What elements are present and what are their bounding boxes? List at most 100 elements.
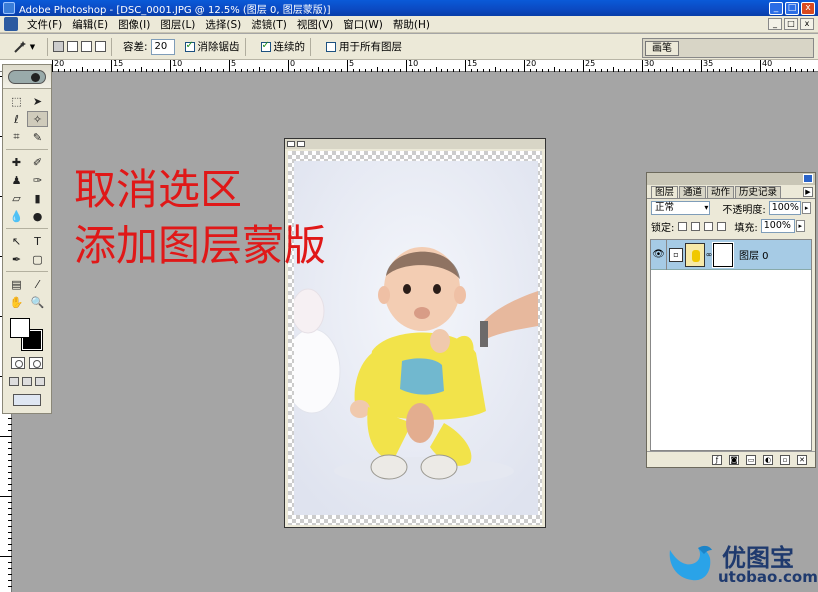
eye-visibility-icon[interactable]: 👁 [651, 239, 667, 270]
ruler-label: 15 [467, 59, 478, 68]
brushes-tab[interactable]: 画笔 [645, 41, 679, 56]
blur-tool-icon[interactable]: 💧 [6, 208, 27, 224]
menu-image[interactable]: 图像(I) [113, 17, 155, 32]
quick-mask-mode-icon[interactable] [29, 357, 43, 369]
subtract-selection-icon[interactable] [81, 41, 92, 52]
panel-menu-icon[interactable]: ▶ [803, 187, 813, 197]
tolerance-input[interactable]: 20 [150, 38, 175, 55]
dodge-tool-icon[interactable]: ● [27, 208, 48, 224]
new-layer-icon[interactable]: ▫ [780, 454, 790, 465]
menu-filter[interactable]: 滤镜(T) [246, 17, 292, 32]
minimize-button[interactable]: _ [769, 1, 783, 15]
lock-all-icon[interactable] [717, 221, 727, 231]
history-brush-icon[interactable]: ✑ [27, 172, 48, 188]
add-selection-icon[interactable] [67, 41, 78, 52]
slice-tool-icon[interactable]: ✎ [27, 129, 48, 145]
antialias-checkbox[interactable]: 消除锯齿 [184, 39, 240, 54]
mask-link-icon[interactable]: ∞ [705, 250, 713, 259]
foreground-color-swatch[interactable] [10, 318, 30, 338]
ruler-tick [0, 556, 12, 557]
lock-transparency-icon[interactable] [678, 221, 688, 231]
add-mask-icon[interactable]: ◙ [729, 454, 739, 465]
path-selection-icon[interactable]: ↖ [6, 233, 27, 249]
pen-tool-icon[interactable]: ✒ [6, 251, 27, 267]
new-set-icon[interactable]: ▭ [746, 454, 756, 465]
menu-select[interactable]: 选择(S) [200, 17, 246, 32]
menu-view[interactable]: 视图(V) [292, 17, 338, 32]
full-screen-icon[interactable] [35, 377, 45, 386]
adjustment-layer-icon[interactable]: ◐ [763, 454, 773, 465]
intersect-selection-icon[interactable] [95, 41, 106, 52]
type-tool-icon[interactable]: T [27, 233, 48, 249]
fill-input[interactable]: 100% [760, 219, 795, 233]
hand-tool-icon[interactable]: ✋ [6, 294, 27, 310]
opacity-input[interactable]: 100% [768, 201, 802, 215]
panel-title-bar[interactable] [647, 173, 815, 185]
fill-slider-icon[interactable]: ▸ [795, 220, 805, 232]
new-selection-icon[interactable] [53, 41, 64, 52]
full-screen-menu-icon[interactable] [22, 377, 32, 386]
lock-pixels-icon[interactable] [691, 221, 701, 231]
menu-file[interactable]: 文件(F) [22, 17, 67, 32]
eraser-tool-icon[interactable]: ▱ [6, 190, 27, 206]
panel-close-icon[interactable] [803, 174, 813, 183]
ruler-tick [8, 430, 12, 431]
toolbox-header[interactable] [3, 65, 51, 89]
move-tool-icon[interactable]: ➤ [27, 93, 48, 109]
standard-mode-icon[interactable] [11, 357, 25, 369]
marquee-tool-icon[interactable]: ⬚ [6, 93, 27, 109]
gradient-tool-icon[interactable]: ▮ [27, 190, 48, 206]
menu-window[interactable]: 窗口(W) [338, 17, 388, 32]
clone-stamp-icon[interactable]: ♟ [6, 172, 27, 188]
ruler-minor-tick [736, 69, 738, 72]
healing-brush-icon[interactable]: ✚ [6, 154, 27, 170]
doc-minimize-icon[interactable] [287, 141, 295, 147]
layer-name[interactable]: 图层 0 [739, 247, 769, 262]
standard-screen-icon[interactable] [9, 377, 19, 386]
horizontal-ruler[interactable]: 20 15 10 5 0 5 10 15 20 25 30 35 40 [0, 60, 818, 72]
opacity-slider-icon[interactable]: ▸ [802, 202, 811, 214]
zoom-tool-icon[interactable]: 🔍 [27, 294, 48, 310]
document-title-bar[interactable] [285, 139, 545, 149]
doc-restore-button[interactable]: □ [784, 18, 798, 30]
tab-history[interactable]: 历史记录 [735, 186, 782, 198]
photoshop-eye-logo[interactable] [8, 69, 46, 84]
shape-tool-icon[interactable]: ▢ [27, 251, 48, 267]
tab-channels[interactable]: 通道 [679, 186, 707, 198]
notes-tool-icon[interactable]: ▤ [6, 276, 27, 292]
ruler-minor-tick [246, 69, 248, 72]
ruler-minor-tick [724, 69, 726, 72]
tool-preset-picker[interactable]: ▼ [6, 37, 42, 57]
menu-layer[interactable]: 图层(L) [155, 17, 200, 32]
tab-layers[interactable]: 图层 [651, 186, 679, 198]
canvas-transparent[interactable] [288, 151, 542, 525]
blend-mode-select[interactable]: 正常 [651, 201, 711, 215]
maximize-button[interactable]: □ [785, 1, 799, 15]
menu-help[interactable]: 帮助(H) [388, 17, 435, 32]
layer-thumbnail[interactable] [685, 242, 705, 267]
doc-maximize-icon[interactable] [297, 141, 305, 147]
jump-to-imageready-icon[interactable] [13, 394, 41, 406]
ruler-tick [8, 586, 12, 587]
layer-row[interactable]: 👁 ▫ ∞ 图层 0 [651, 239, 811, 270]
delete-layer-icon[interactable]: ✕ [797, 454, 807, 465]
doc-minimize-button[interactable]: _ [768, 18, 782, 30]
close-button[interactable]: x [801, 1, 815, 15]
layer-style-icon[interactable]: ƒ [712, 454, 722, 465]
ruler-minor-tick [606, 69, 608, 72]
crop-tool-icon[interactable]: ⌗ [6, 129, 27, 145]
all-layers-checkbox[interactable]: 用于所有图层 [326, 39, 402, 54]
magic-wand-tool-icon[interactable]: ✧ [27, 111, 48, 127]
document-icon[interactable] [4, 17, 18, 31]
lasso-tool-icon[interactable]: ℓ [6, 111, 27, 127]
ruler-tick [8, 466, 12, 467]
brush-tool-icon[interactable]: ✐ [27, 154, 48, 170]
eyedropper-tool-icon[interactable]: ⁄ [27, 276, 48, 292]
tab-actions[interactable]: 动作 [707, 186, 735, 198]
contiguous-checkbox[interactable]: 连续的 [260, 39, 305, 54]
lock-position-icon[interactable] [704, 221, 714, 231]
doc-close-button[interactable]: x [800, 18, 814, 30]
menu-edit[interactable]: 编辑(E) [67, 17, 113, 32]
ruler-minor-tick [754, 69, 756, 72]
layer-mask-thumbnail[interactable] [712, 241, 734, 268]
